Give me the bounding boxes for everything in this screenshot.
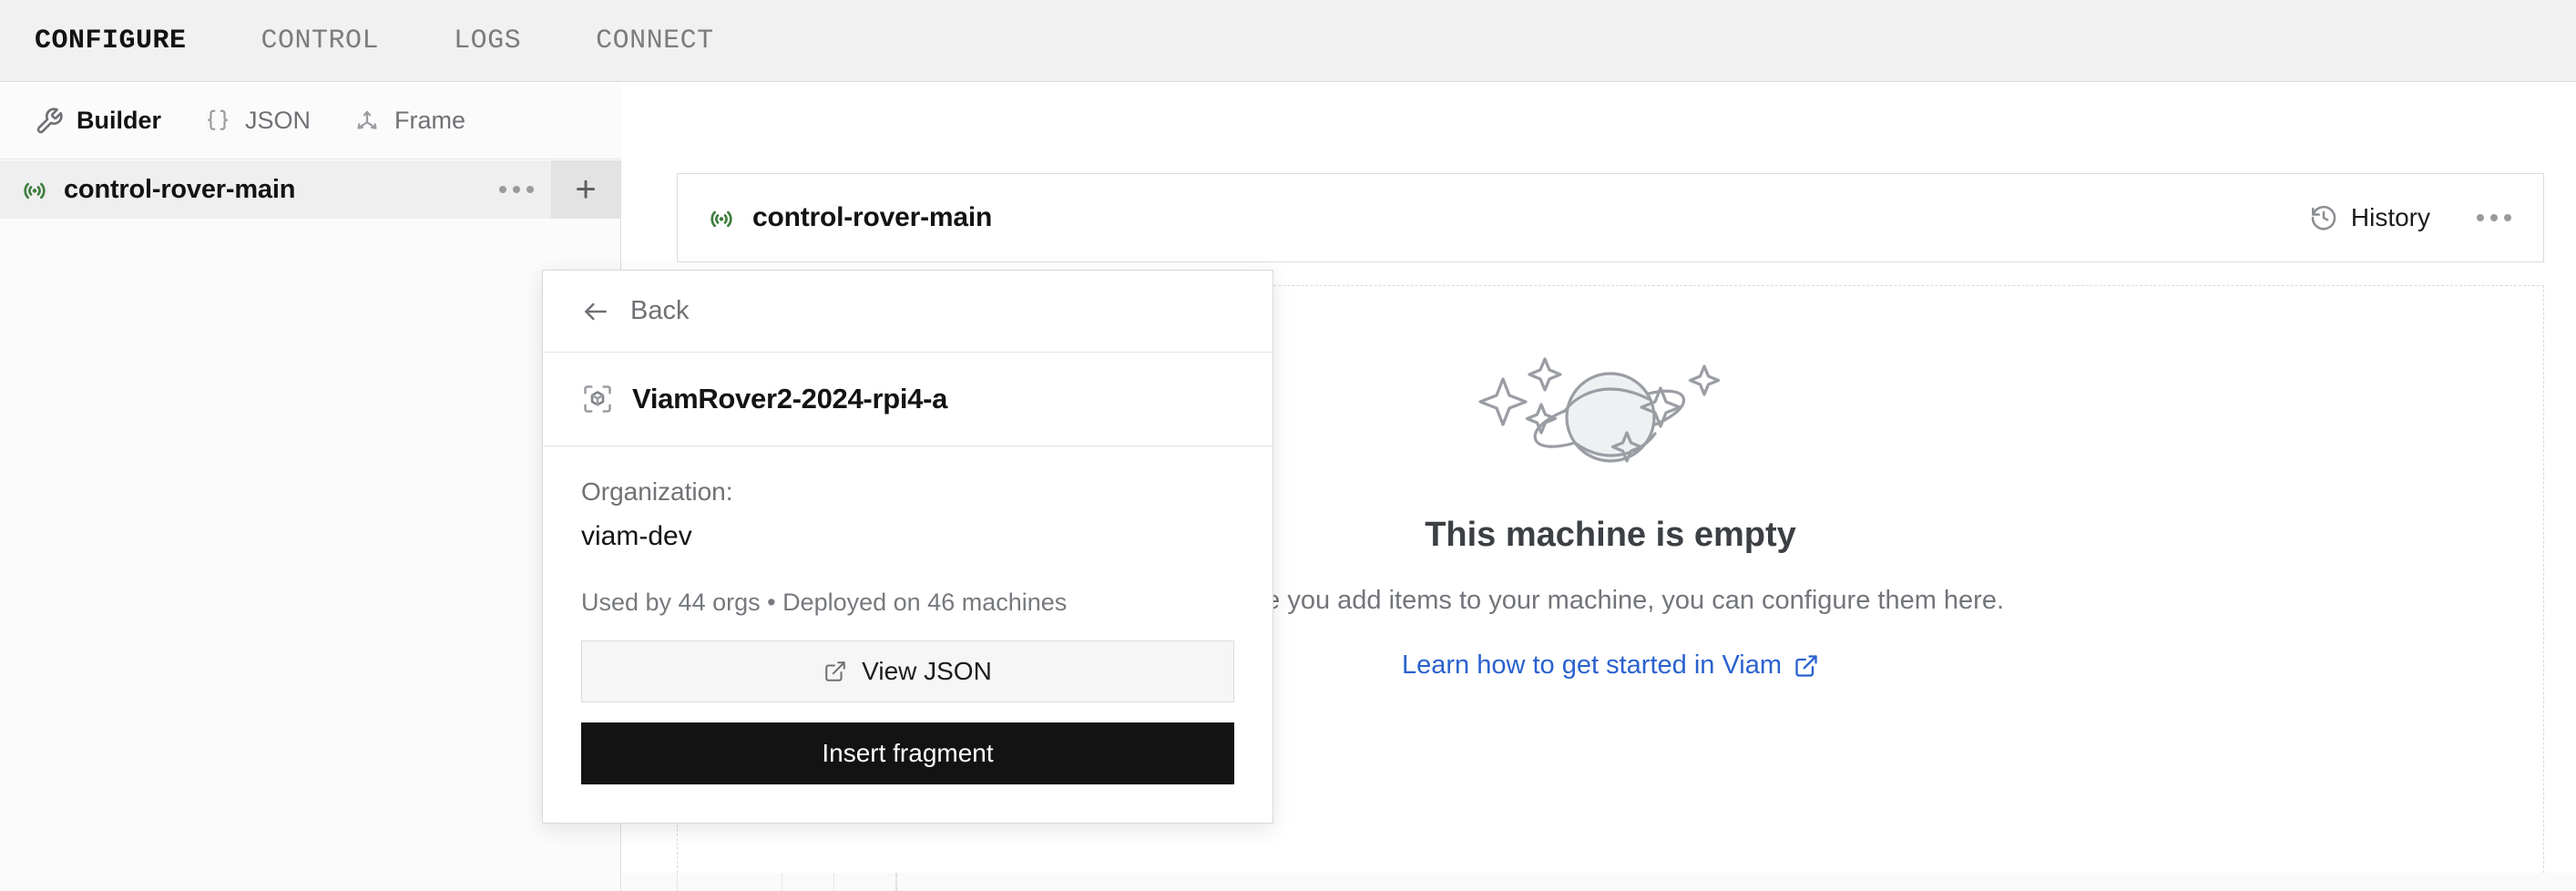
tab-builder[interactable]: Builder bbox=[35, 107, 161, 136]
machine-card-actions: History bbox=[2309, 203, 2518, 232]
tab-json-label: JSON bbox=[245, 107, 312, 134]
tab-json[interactable]: JSON bbox=[203, 107, 311, 136]
tab-frame[interactable]: Frame bbox=[353, 107, 465, 136]
machine-more-button[interactable] bbox=[2470, 214, 2518, 221]
plus-icon: + bbox=[575, 169, 597, 210]
empty-state-title: This machine is empty bbox=[1425, 516, 1796, 554]
tree-item-add-button[interactable]: + bbox=[551, 160, 620, 219]
popup-fragment-name: ViamRover2-2024-rpi4-a bbox=[632, 383, 948, 415]
ellipsis-icon bbox=[2477, 214, 2511, 221]
external-link-icon bbox=[1794, 653, 1819, 679]
tab-control[interactable]: CONTROL bbox=[261, 26, 424, 56]
tab-connect[interactable]: CONNECT bbox=[596, 26, 758, 56]
config-tree-sidebar: control-rover-main + bbox=[0, 160, 621, 891]
machine-header-card: control-rover-main History bbox=[677, 173, 2544, 262]
fragment-detail-popup: Back ViamRover2-2024-rpi4-a Organization… bbox=[542, 270, 1273, 824]
fragment-usage-stats: Used by 44 orgs • Deployed on 46 machine… bbox=[581, 589, 1068, 616]
top-navigation: CONFIGURE CONTROL LOGS CONNECT bbox=[0, 0, 2576, 82]
planet-sparkles-illustration bbox=[1446, 346, 1774, 492]
tab-frame-label: Frame bbox=[394, 107, 466, 134]
insert-fragment-label: Insert fragment bbox=[822, 739, 994, 767]
organization-label: Organization: bbox=[581, 477, 733, 506]
tree-item-control-rover-main[interactable]: control-rover-main + bbox=[0, 160, 620, 219]
get-started-link[interactable]: Learn how to get started in Viam bbox=[1402, 650, 1819, 681]
machine-title: control-rover-main bbox=[752, 202, 993, 232]
tree-item-more-button[interactable] bbox=[482, 160, 551, 219]
tab-configure[interactable]: CONFIGURE bbox=[35, 26, 230, 56]
broadcast-icon bbox=[18, 173, 51, 206]
view-json-label: View JSON bbox=[862, 657, 992, 685]
view-json-button[interactable]: View JSON bbox=[581, 640, 1234, 702]
tab-logs[interactable]: LOGS bbox=[454, 26, 565, 56]
external-link-icon bbox=[823, 660, 847, 683]
popup-fragment-header: ViamRover2-2024-rpi4-a bbox=[543, 353, 1273, 446]
arrow-left-icon bbox=[581, 297, 610, 326]
history-label: History bbox=[2350, 203, 2430, 231]
history-clock-icon bbox=[2309, 203, 2338, 232]
popup-back-button[interactable]: Back bbox=[543, 271, 1273, 353]
braces-icon bbox=[203, 107, 232, 136]
history-button[interactable]: History bbox=[2309, 203, 2430, 232]
tree-item-label: control-rover-main bbox=[64, 174, 296, 204]
ellipsis-icon bbox=[499, 186, 534, 193]
empty-state-subtitle: Once you add items to your machine, you … bbox=[1216, 586, 2005, 615]
broadcast-icon bbox=[705, 201, 738, 234]
tools-icon bbox=[35, 107, 64, 136]
tab-builder-label: Builder bbox=[77, 107, 162, 134]
get-started-link-label: Learn how to get started in Viam bbox=[1402, 650, 1782, 680]
popup-back-label: Back bbox=[630, 296, 690, 325]
editor-mode-toolbar: Builder JSON Frame bbox=[0, 83, 621, 159]
organization-value: viam-dev bbox=[581, 521, 692, 551]
fragment-cube-icon bbox=[581, 383, 614, 415]
app-root: CONFIGURE CONTROL LOGS CONNECT Builder J… bbox=[0, 0, 2576, 891]
bottom-table-hint bbox=[622, 873, 2576, 891]
axes-icon bbox=[353, 107, 382, 136]
popup-actions: View JSON Insert fragment bbox=[543, 617, 1273, 823]
popup-body: Organization: viam-dev Used by 44 orgs •… bbox=[543, 446, 1273, 617]
insert-fragment-button[interactable]: Insert fragment bbox=[581, 722, 1234, 784]
tree-item-actions: + bbox=[482, 160, 620, 219]
